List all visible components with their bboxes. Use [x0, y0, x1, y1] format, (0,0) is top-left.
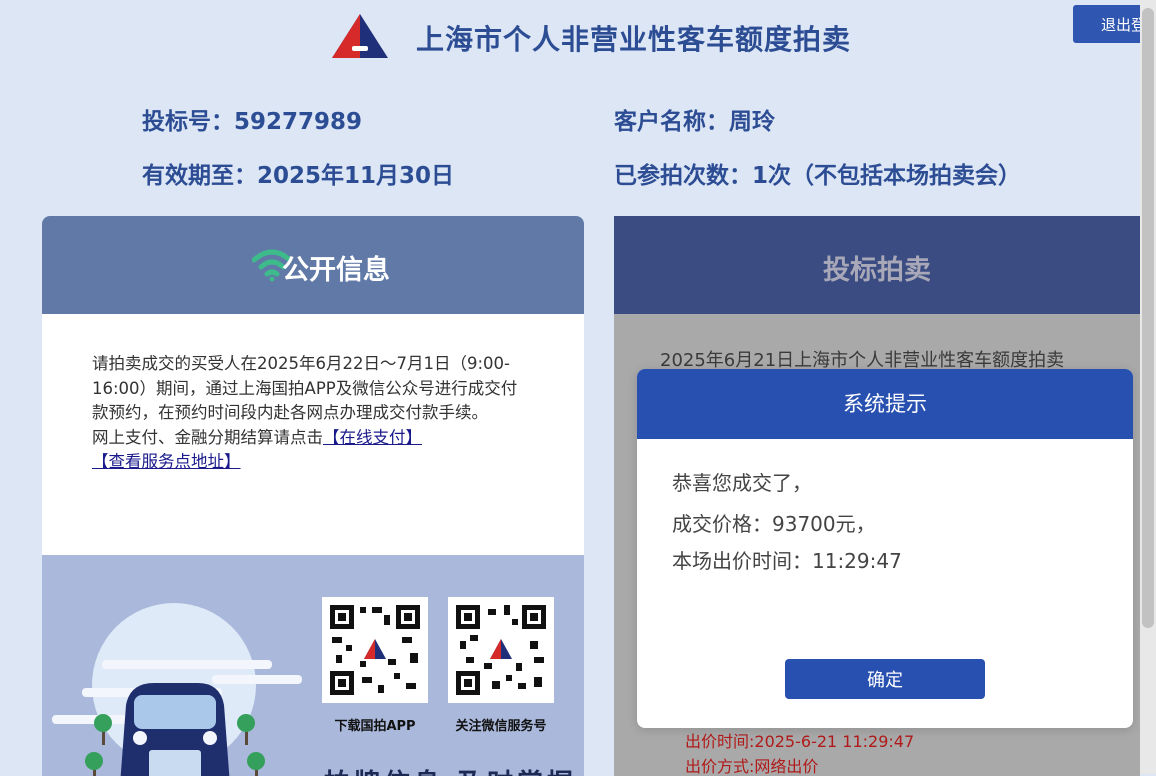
bid-number-value: 59277989 [234, 109, 363, 135]
bidding-title: 投标拍卖 [823, 255, 931, 286]
auction-logo-icon [332, 14, 388, 58]
qr-app-caption: 下载国拍APP [334, 719, 416, 734]
app-promo-area: 下载国拍APP 关注微信服务号 拍牌信息 及时掌握 [42, 555, 584, 776]
deal-bid-time: 本场出价时间：11:29:47 [672, 549, 902, 573]
dialog-title: 系统提示 [637, 369, 1133, 439]
promo-slogan: 拍牌信息 及时掌握 [324, 763, 577, 776]
service-address-link[interactable]: 【查看服务点地址】 [92, 452, 241, 471]
public-info-panel: 公开信息 请拍卖成交的买受人在2025年6月22日～7月1日（9:00-16:0… [42, 216, 584, 776]
header: 上海市个人非营业性客车额度拍卖 [0, 0, 1140, 80]
valid-until-label: 有效期至： [142, 163, 257, 189]
page-scrollbar[interactable] [1140, 0, 1156, 774]
payment-hint: 网上支付、金融分期结算请点击 [92, 427, 323, 447]
confirm-button[interactable]: 确定 [785, 659, 985, 699]
valid-until: 有效期至：2025年11月30日 [142, 156, 454, 190]
car-illustration-icon [52, 603, 302, 776]
page-title: 上海市个人非营业性客车额度拍卖 [416, 23, 852, 56]
deal-price: 成交价格：93700元， [672, 512, 876, 536]
bid-time: 出价时间:2025-6-21 11:29:47 [685, 732, 915, 751]
success-message: 恭喜您成交了， [672, 471, 812, 495]
qr-wechat-caption: 关注微信服务号 [455, 719, 547, 734]
public-info-header: 公开信息 [42, 216, 584, 314]
participation-count-label: 已参拍次数： [614, 163, 752, 189]
notice-area: 请拍卖成交的买受人在2025年6月22日～7月1日（9:00-16:00）期间，… [42, 314, 584, 555]
participation-count: 已参拍次数：1次（不包括本场拍卖会） [614, 156, 1021, 190]
online-payment-link[interactable]: 【在线支付】 [323, 428, 422, 447]
customer-name: 客户名称：周玲 [614, 102, 775, 136]
qr-code-wechat-icon [448, 597, 554, 703]
valid-until-value: 2025年11月30日 [257, 163, 455, 189]
customer-name-value: 周玲 [729, 109, 775, 135]
bid-number: 投标号：59277989 [142, 102, 362, 136]
customer-name-label: 客户名称： [614, 109, 729, 135]
qr-code-app-icon [322, 597, 428, 703]
logout-button[interactable]: 退出登录 [1073, 5, 1143, 43]
notice-paragraph: 请拍卖成交的买受人在2025年6月22日～7月1日（9:00-16:00）期间，… [92, 354, 518, 422]
bid-number-label: 投标号： [142, 109, 234, 135]
notice-text: 请拍卖成交的买受人在2025年6月22日～7月1日（9:00-16:00）期间，… [92, 352, 532, 475]
public-info-title: 公开信息 [282, 255, 390, 286]
bid-method: 出价方式:网络出价 [685, 757, 819, 776]
system-alert-dialog: 系统提示 恭喜您成交了， 成交价格：93700元， 本场出价时间：11:29:4… [637, 369, 1133, 728]
bidding-header: 投标拍卖 [614, 216, 1140, 314]
participation-count-value: 1次（不包括本场拍卖会） [752, 163, 1022, 189]
scrollbar-thumb[interactable] [1142, 8, 1154, 628]
